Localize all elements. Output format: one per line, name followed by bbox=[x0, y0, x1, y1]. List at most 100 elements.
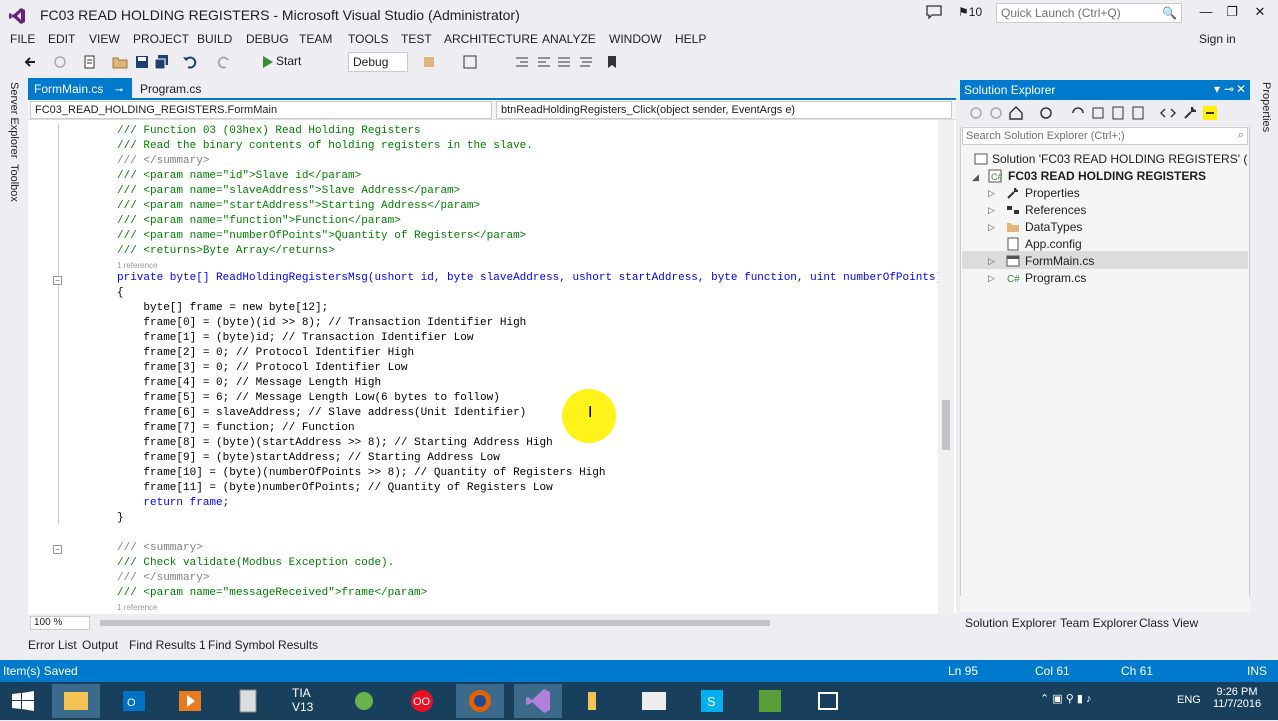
tree-item-properties[interactable]: Properties bbox=[1025, 186, 1080, 200]
panel-menu-icon[interactable]: ▾ bbox=[1214, 82, 1220, 96]
back-icon[interactable] bbox=[968, 105, 984, 121]
tree-item-formmain[interactable]: FormMain.cs bbox=[1025, 254, 1094, 268]
sync-icon[interactable] bbox=[1038, 105, 1054, 121]
forward-arrow-icon[interactable] bbox=[52, 54, 68, 70]
tree-item-program[interactable]: Program.cs bbox=[1025, 271, 1086, 285]
tab-formmain[interactable]: FormMain.cs ⊸ ✕ bbox=[28, 78, 132, 110]
editor-vertical-scrollbar[interactable] bbox=[938, 120, 954, 614]
recorder-taskbar-icon[interactable]: OO bbox=[398, 684, 446, 718]
solution-horizontal-scrollbar[interactable] bbox=[960, 596, 1250, 612]
member-dropdown[interactable]: btnReadHoldingRegisters_Click(object sen… bbox=[496, 101, 952, 119]
reference-count-link[interactable]: 1 reference bbox=[117, 261, 157, 270]
uncomment-icon[interactable] bbox=[578, 54, 594, 70]
tab-find-symbol-results[interactable]: Find Symbol Results bbox=[208, 638, 318, 652]
comment-icon[interactable] bbox=[556, 54, 572, 70]
forward-icon[interactable] bbox=[988, 105, 1004, 121]
notifications-flag-icon[interactable]: ⚑10 bbox=[958, 5, 982, 19]
calculator-taskbar-icon[interactable] bbox=[224, 684, 272, 718]
solution-explorer-icon[interactable] bbox=[462, 54, 478, 70]
skype-taskbar-icon[interactable]: S bbox=[688, 684, 736, 718]
show-all-files-icon[interactable] bbox=[1110, 105, 1126, 121]
menu-file[interactable]: FILE bbox=[10, 32, 35, 46]
tree-item-references[interactable]: References bbox=[1025, 203, 1086, 217]
menu-analyze[interactable]: ANALYZE bbox=[542, 32, 596, 46]
zoom-level-select[interactable]: 100 % bbox=[30, 616, 90, 630]
tool-taskbar-icon[interactable] bbox=[340, 684, 388, 718]
start-debug-icon[interactable] bbox=[260, 54, 276, 70]
save-all-icon[interactable] bbox=[154, 54, 170, 70]
tree-project[interactable]: FC03 READ HOLDING REGISTERS bbox=[1008, 169, 1206, 183]
start-button[interactable]: Start bbox=[276, 54, 301, 68]
outdent-icon[interactable] bbox=[514, 54, 530, 70]
back-arrow-icon[interactable] bbox=[22, 54, 38, 70]
solution-configuration-select[interactable]: Debug bbox=[348, 52, 408, 72]
view-designer-icon[interactable] bbox=[1160, 105, 1176, 121]
media-player-taskbar-icon[interactable] bbox=[166, 684, 214, 718]
keyboard-language[interactable]: ENG bbox=[1177, 694, 1201, 706]
tool-box-taskbar-icon[interactable] bbox=[572, 684, 620, 718]
menu-architecture[interactable]: ARCHITECTURE bbox=[444, 32, 538, 46]
tia-portal-taskbar-icon[interactable]: TIA V13 bbox=[282, 684, 330, 718]
find-in-files-icon[interactable] bbox=[422, 54, 438, 70]
toolbox-tab[interactable]: Toolbox bbox=[8, 164, 20, 202]
collapsed-arrow-icon[interactable]: ▷ bbox=[988, 273, 995, 284]
type-dropdown[interactable]: FC03_READ_HOLDING_REGISTERS.FormMain bbox=[30, 101, 492, 119]
close-panel-icon[interactable]: ✕ bbox=[1236, 82, 1246, 96]
minimize-button[interactable]: — bbox=[1196, 4, 1216, 22]
collapsed-arrow-icon[interactable]: ▷ bbox=[988, 205, 995, 216]
menu-team[interactable]: TEAM bbox=[299, 32, 332, 46]
windows-start-icon[interactable] bbox=[12, 691, 34, 711]
chart-app-taskbar-icon[interactable] bbox=[746, 684, 794, 718]
outlook-taskbar-icon[interactable]: O bbox=[110, 684, 158, 718]
menu-project[interactable]: PROJECT bbox=[133, 32, 189, 46]
visual-studio-taskbar-icon[interactable] bbox=[514, 684, 562, 718]
file-explorer-taskbar-icon[interactable] bbox=[52, 684, 100, 718]
tab-program[interactable]: Program.cs bbox=[134, 78, 234, 100]
tree-item-app-config[interactable]: App.config bbox=[1025, 237, 1082, 251]
solution-search-input[interactable]: Search Solution Explorer (Ctrl+;) ⌕ bbox=[962, 127, 1248, 145]
firefox-taskbar-icon[interactable] bbox=[456, 684, 504, 718]
menu-view[interactable]: VIEW bbox=[89, 32, 120, 46]
quick-launch-input[interactable]: Quick Launch (Ctrl+Q) 🔍 bbox=[996, 3, 1182, 23]
server-explorer-tab[interactable]: Server Explorer bbox=[8, 82, 20, 158]
pin-icon[interactable]: ⊸ bbox=[115, 85, 123, 96]
collapse-toggle-icon[interactable]: − bbox=[53, 276, 62, 285]
tab-class-view[interactable]: Class View bbox=[1139, 616, 1198, 630]
pin-icon[interactable]: ⊸ bbox=[1224, 82, 1234, 96]
tree-item-datatypes[interactable]: DataTypes bbox=[1025, 220, 1082, 234]
tab-team-explorer[interactable]: Team Explorer bbox=[1060, 616, 1137, 630]
menu-edit[interactable]: EDIT bbox=[48, 32, 75, 46]
maximize-button[interactable]: ❐ bbox=[1222, 4, 1242, 22]
clock[interactable]: 9:26 PM 11/7/2016 bbox=[1212, 686, 1262, 710]
collapsed-arrow-icon[interactable]: ▷ bbox=[988, 188, 995, 199]
menu-window[interactable]: WINDOW bbox=[609, 32, 662, 46]
collapse-all-icon[interactable] bbox=[1090, 105, 1106, 121]
open-folder-icon[interactable] bbox=[112, 54, 128, 70]
properties-wrench-icon[interactable] bbox=[1182, 105, 1198, 121]
menu-tools[interactable]: TOOLS bbox=[348, 32, 388, 46]
tree-solution[interactable]: Solution 'FC03 READ HOLDING REGISTERS' (… bbox=[992, 152, 1248, 166]
menu-debug[interactable]: DEBUG bbox=[246, 32, 289, 46]
network-app-taskbar-icon[interactable] bbox=[804, 684, 852, 718]
reference-count-link[interactable]: 1 reference bbox=[117, 603, 157, 612]
undo-icon[interactable] bbox=[182, 54, 198, 70]
tab-solution-explorer[interactable]: Solution Explorer bbox=[965, 616, 1056, 630]
collapse-toggle-icon[interactable]: − bbox=[53, 545, 62, 554]
expand-arrow-icon[interactable]: ◢ bbox=[972, 172, 979, 183]
preview-icon[interactable] bbox=[1202, 105, 1218, 121]
collapsed-arrow-icon[interactable]: ▷ bbox=[988, 222, 995, 233]
redo-icon[interactable] bbox=[216, 54, 232, 70]
properties-tab[interactable]: Properties bbox=[1260, 82, 1272, 132]
menu-build[interactable]: BUILD bbox=[197, 32, 232, 46]
tab-output[interactable]: Output bbox=[82, 638, 118, 652]
tray-icons[interactable]: ⌃ ▣ ⚲ ▮ ♪ bbox=[1040, 692, 1091, 705]
save-icon[interactable] bbox=[134, 54, 150, 70]
home-icon[interactable] bbox=[1008, 105, 1024, 121]
sign-in-link[interactable]: Sign in bbox=[1199, 32, 1236, 46]
bookmark-icon[interactable] bbox=[604, 54, 620, 70]
menu-test[interactable]: TEST bbox=[401, 32, 432, 46]
indent-icon[interactable] bbox=[536, 54, 552, 70]
view-code-icon[interactable] bbox=[1130, 105, 1146, 121]
tab-find-results[interactable]: Find Results 1 bbox=[129, 638, 206, 652]
refresh-icon[interactable] bbox=[1070, 105, 1086, 121]
